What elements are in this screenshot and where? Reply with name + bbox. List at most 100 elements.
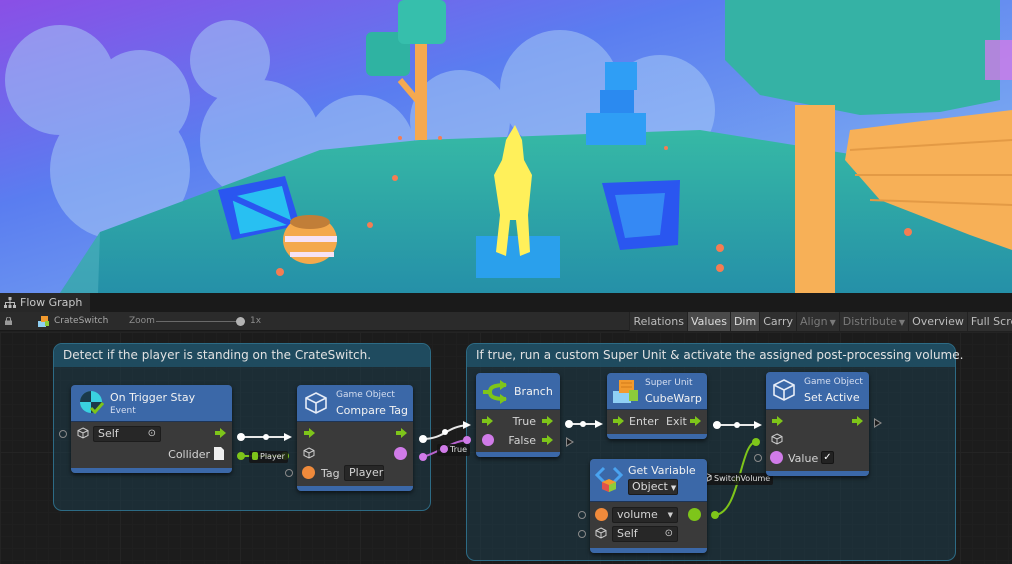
tag-field[interactable]: Player [344,465,384,481]
button-label: Carry [763,315,793,328]
value-checkbox[interactable]: ✓ [821,451,834,464]
button-label: Distribute [842,315,897,328]
graph-toolbar: CrateSwitch Zoom 1x Relations Values Dim Ca… [0,312,1012,331]
collider-output-label: Collider [168,448,210,461]
gameobject-icon[interactable] [303,447,315,459]
tag-input-port[interactable] [285,469,293,477]
target-field[interactable]: Self ⊙ [93,426,161,442]
node-title: On Trigger Stay [110,391,196,404]
enter-input-port[interactable] [613,416,624,426]
false-output-label: False [508,434,536,447]
graph-canvas[interactable]: Detect if the player is standing on the … [0,332,1012,564]
node-set-active[interactable]: Game Object Set Active Value ✓ [754,372,869,476]
target-value: Self [98,427,119,440]
node-subtitle: Super Unit [645,378,693,388]
false-output-port[interactable] [542,435,553,445]
node-subtitle: Game Object [804,377,863,387]
chevron-down-icon[interactable]: ▼ [668,508,673,522]
true-output-label: True [512,415,536,428]
toolbar-button-carry[interactable]: Carry [759,312,796,331]
button-label: Relations [633,315,684,328]
tree-trunk [415,40,427,140]
control-input-port[interactable] [772,416,783,426]
node-get-variable[interactable]: Get Variable Object ▼ volume ▼ Self ⊙ [578,459,707,553]
result-output-port[interactable] [394,447,407,460]
control-output-port[interactable] [215,428,226,438]
toolbar-button-full-screen[interactable]: Full Screen [966,312,1012,331]
document-icon[interactable] [214,447,224,460]
button-label: Overview [912,315,964,328]
toolbar-button-values[interactable]: Values [686,312,730,331]
chevron-down-icon: ▼ [898,318,906,327]
button-label: Full Screen [970,315,1012,328]
control-output-port[interactable] [396,428,407,438]
node-title: CubeWarp [645,392,702,405]
group-label[interactable]: Detect if the player is standing on the … [54,344,430,367]
tag-label: Tag [321,467,340,480]
variable-icon [595,466,623,492]
zoom-label: Zoom [129,316,155,326]
node-compare-tag[interactable]: Game Object Compare Tag Tag Player [285,385,413,491]
toolbar-button-overview[interactable]: Overview [908,312,967,331]
toolbar-button-relations[interactable]: Relations [629,312,687,331]
chevron-down-icon: ▼ [670,484,677,492]
target-input-port[interactable] [578,530,586,538]
string-type-icon [595,508,608,521]
condition-input-port[interactable] [482,434,494,446]
zoom-slider-handle[interactable] [236,317,245,326]
toolbar-button-align[interactable]: Align ▼ [795,312,839,331]
hierarchy-icon [4,297,16,308]
target-input-port[interactable] [59,430,67,438]
object-picker-icon[interactable]: ⊙ [148,427,156,441]
value-input-port[interactable] [754,454,762,462]
gameobject-icon[interactable] [771,433,783,445]
node-title: Set Active [804,391,860,404]
node-on-trigger-stay[interactable]: On Trigger Stay Event Self ⊙ Collider [59,385,232,473]
node-title: Compare Tag [336,404,409,417]
super-unit-icon [38,316,49,327]
toolbar-buttons: Relations Values Dim Carry Align ▼ Distribute ▼… [629,312,1012,331]
button-label: Align [799,315,828,328]
unconnected-control-output[interactable] [566,437,574,447]
node-subtitle: Game Object [336,390,395,400]
wire-chip-true: True [437,444,470,456]
node-subtitle: Event [110,406,136,416]
node-title: Get Variable [628,464,696,477]
true-output-port[interactable] [542,416,553,426]
scene-render [0,0,1012,293]
super-unit-icon [613,380,638,403]
zoom-slider-track[interactable] [156,321,240,322]
exit-label: Exit [666,415,687,428]
toolbar-button-distribute[interactable]: Distribute ▼ [838,312,909,331]
variable-name-field[interactable]: volume ▼ [612,507,678,523]
chevron-down-icon: ▼ [829,318,836,327]
unconnected-control-output[interactable] [874,418,882,428]
editor-tab-bar: Flow Graph [0,293,1012,312]
lock-icon[interactable] [5,317,12,325]
string-type-icon [302,466,315,479]
boolean-type-icon [770,451,783,464]
wire-chip-switch-volume: SwitchVolume [700,473,774,485]
game-viewport[interactable] [0,0,1012,293]
gameobject-icon [77,427,89,439]
node-branch[interactable]: Branch True False [476,373,560,457]
enter-label: Enter [629,415,659,428]
branch-icon [483,380,507,404]
gameobject-icon [773,379,795,401]
name-input-port[interactable] [578,511,586,519]
gameobject-icon [595,527,607,539]
node-title: Branch [514,385,553,398]
variable-kind-dropdown[interactable]: Object ▼ [628,479,678,495]
object-picker-icon[interactable]: ⊙ [665,527,673,541]
target-field[interactable]: Self ⊙ [612,526,678,542]
control-input-port[interactable] [482,416,493,426]
node-cubewarp[interactable]: Super Unit CubeWarp Enter Exit [607,373,707,439]
toolbar-button-dim[interactable]: Dim [729,312,760,331]
group-label[interactable]: If true, run a custom Super Unit & activ… [467,344,963,367]
tab-flow-graph[interactable]: Flow Graph [0,293,90,312]
value-output-port[interactable] [688,508,701,521]
exit-output-port[interactable] [690,416,701,426]
control-output-port[interactable] [852,416,863,426]
graph-name[interactable]: CrateSwitch [54,316,108,326]
control-input-port[interactable] [304,428,315,438]
